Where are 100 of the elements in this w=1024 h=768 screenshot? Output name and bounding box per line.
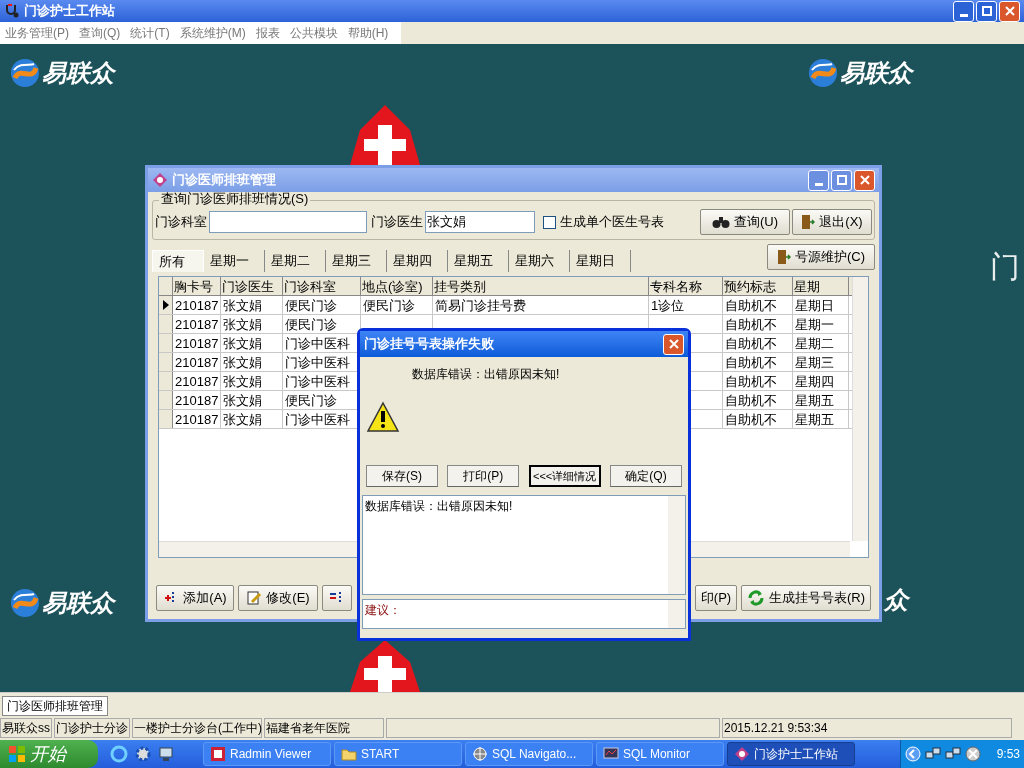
suggestion-text-area[interactable]: 建议：	[362, 599, 686, 629]
menu-item[interactable]: 帮助(H)	[342, 24, 394, 42]
column-header[interactable]: 挂号类别	[433, 277, 649, 295]
button[interactable]: 确定(Q)	[610, 465, 682, 487]
column-header[interactable]: 星期	[793, 277, 849, 295]
tab[interactable]: 星期四	[387, 250, 448, 272]
table-cell: 星期三	[793, 353, 849, 371]
stethoscope-icon	[4, 3, 20, 19]
table-cell: 自助机不	[723, 315, 793, 333]
menu-item[interactable]: 系统维护(M)	[174, 24, 251, 42]
button[interactable]: <<<详细情况	[528, 465, 601, 487]
swirl-logo-icon	[10, 588, 40, 618]
tab[interactable]: 所有	[152, 250, 204, 272]
gear-launcher[interactable]	[134, 745, 152, 763]
network-icon	[945, 746, 961, 762]
button[interactable]: 号源维护(C)	[767, 244, 875, 270]
minimize-button[interactable]	[953, 0, 974, 22]
button[interactable]: 保存(S)	[366, 465, 438, 487]
logo-text: 众	[884, 588, 908, 612]
tab[interactable]: 星期三	[326, 250, 387, 272]
swirl-logo-icon	[808, 58, 838, 88]
maximize-icon	[980, 5, 993, 17]
table-cell: 张文娟	[221, 315, 283, 333]
details-text-area[interactable]: 数据库错误：出错原因未知!	[362, 495, 686, 595]
computer-launcher[interactable]	[158, 745, 176, 763]
checkbox[interactable]	[543, 215, 556, 229]
column-header[interactable]: 门诊科室	[283, 277, 361, 295]
tab[interactable]: 星期五	[448, 250, 509, 272]
table-cell: 张文娟	[221, 410, 283, 428]
button[interactable]: 退出(X)	[792, 209, 872, 235]
vertical-scrollbar[interactable]	[668, 496, 685, 594]
vertical-scrollbar[interactable]	[668, 600, 685, 628]
table-cell: 张文娟	[221, 353, 283, 371]
window-tab[interactable]: 门诊医师排班管理	[2, 696, 108, 716]
menu-item[interactable]: 查询(Q)	[74, 24, 126, 42]
status-text: 门诊护士分诊	[54, 718, 130, 738]
table-cell: 自助机不	[723, 391, 793, 409]
table-cell: 210187	[173, 334, 221, 352]
status-text: 一楼护士分诊台(工作中)	[132, 718, 262, 738]
column-header[interactable]: 专科名称	[649, 277, 723, 295]
input-field[interactable]: 张文娟	[425, 211, 535, 233]
gear-icon	[134, 745, 152, 763]
table-cell: 自助机不	[723, 410, 793, 428]
taskbar-button[interactable]: Radmin Viewer	[203, 742, 331, 766]
refresh-icon	[747, 589, 765, 607]
column-header[interactable]: 胸卡号	[173, 277, 221, 295]
browser-icon	[110, 745, 128, 763]
chevron-icon	[905, 746, 921, 762]
tab[interactable]: 星期六	[509, 250, 570, 272]
menu-item[interactable]: 报表	[250, 24, 285, 42]
button[interactable]	[322, 585, 352, 611]
monitor-icon	[603, 746, 619, 762]
menu-item[interactable]: 公共模块	[284, 24, 343, 42]
column-header[interactable]: 地点(诊室)	[361, 277, 433, 295]
table-cell: 星期一	[793, 315, 849, 333]
table-cell: 张文娟	[221, 391, 283, 409]
menu-item[interactable]: 统计(T)	[125, 24, 175, 42]
taskbar-button[interactable]: SQL Navigato...	[465, 742, 593, 766]
table-cell: 210187	[173, 296, 221, 314]
table-cell: 210187	[173, 372, 221, 390]
taskbar-button[interactable]: 门诊护士工作站	[727, 742, 855, 766]
button[interactable]: 印(P)	[695, 585, 737, 611]
app-icon	[152, 172, 168, 188]
maximize-button[interactable]	[976, 0, 997, 22]
button[interactable]: 修改(E)	[238, 585, 318, 611]
button[interactable]: 生成挂号号表(R)	[741, 585, 871, 611]
menu-item[interactable]: 业务管理(P)	[0, 24, 74, 42]
taskbar-button[interactable]: START	[334, 742, 462, 766]
tab[interactable]: 星期日	[570, 250, 631, 272]
button[interactable]: 查询(U)	[700, 209, 790, 235]
button[interactable]: 打印(P)	[447, 465, 520, 487]
row-header[interactable]	[159, 296, 173, 314]
swirl-logo-icon	[10, 58, 40, 88]
table-cell: 自助机不	[723, 296, 793, 314]
close-button[interactable]	[999, 0, 1020, 22]
group-title: 查询门诊医师排班情况(S)	[159, 192, 311, 205]
tab[interactable]: 星期二	[265, 250, 326, 272]
close-button[interactable]	[663, 333, 684, 355]
table-cell: 张文娟	[221, 372, 283, 390]
column-header[interactable]: 预约标志	[723, 277, 793, 295]
tab[interactable]: 星期一	[204, 250, 265, 272]
column-header[interactable]: 门诊医生	[221, 277, 283, 295]
button[interactable]: 添加(A)	[156, 585, 234, 611]
taskbar-button[interactable]: SQL Monitor	[596, 742, 724, 766]
binoculars-icon	[711, 215, 730, 229]
logo-text: 易联众	[840, 61, 912, 85]
table-cell: 210187	[173, 353, 221, 371]
maximize-button[interactable]	[831, 169, 852, 191]
browser-launcher[interactable]	[110, 745, 128, 763]
checkbox-label: 生成单个医生号表	[560, 213, 664, 232]
clock: 9:53	[996, 746, 1020, 763]
start-button[interactable]: 开始	[0, 740, 98, 768]
minimize-button[interactable]	[808, 169, 829, 191]
blocked-icon	[965, 746, 981, 762]
app-icon	[734, 746, 750, 762]
cross-emblem-icon	[350, 640, 420, 692]
input-field[interactable]	[209, 211, 367, 233]
vertical-scrollbar[interactable]	[852, 277, 868, 541]
close-button[interactable]	[854, 169, 875, 191]
logo-text: 易联众	[42, 61, 114, 85]
